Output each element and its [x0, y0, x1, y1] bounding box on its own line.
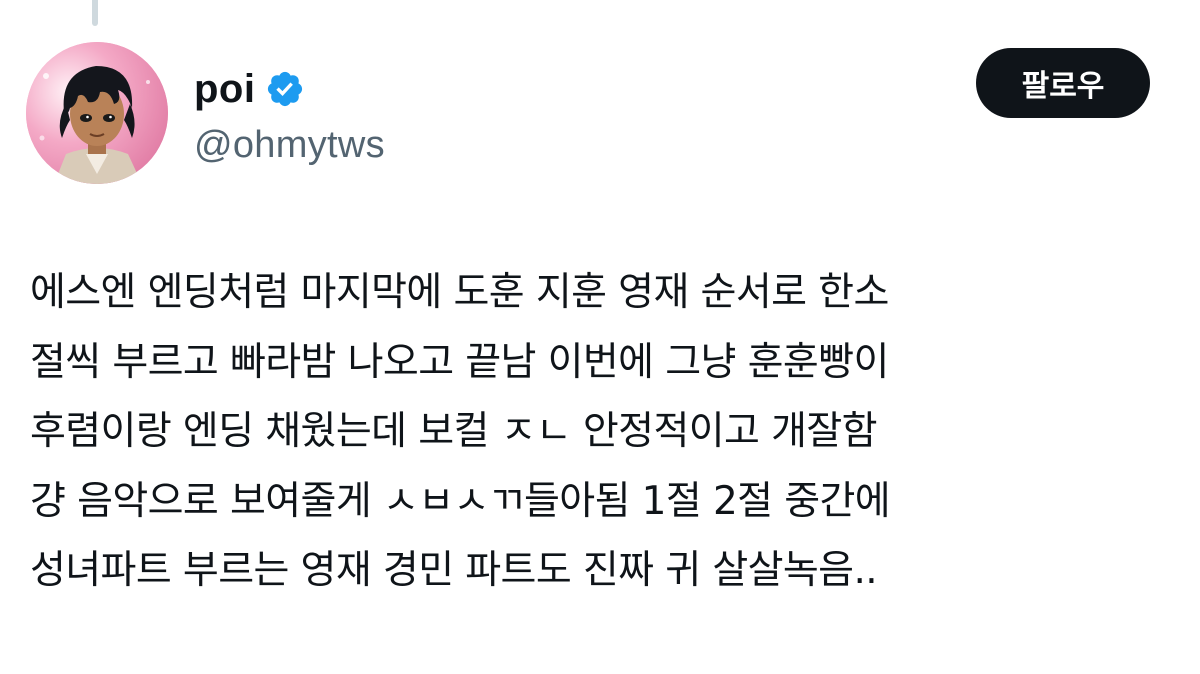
author-handle[interactable]: @ohmytws — [194, 118, 385, 172]
avatar-illustration — [26, 42, 168, 184]
display-name[interactable]: poi — [194, 69, 255, 109]
tweet-text-line: 걍 음악으로 보여줄게 ㅅㅂㅅㄲ들아됨 1절 2절 중간에 — [30, 478, 891, 524]
follow-button[interactable]: 팔로우 — [976, 48, 1150, 118]
tweet-text-line: 후렴이랑 엔딩 채웠는데 보컬 ㅈㄴ 안정적이고 개잘함 — [30, 409, 878, 454]
author-name-row: poi — [194, 62, 305, 116]
tweet-text-line: 성녀파트 부르는 영재 경민 파트도 진짜 귀 살살녹음.. — [30, 548, 878, 593]
verified-badge-icon — [265, 69, 305, 109]
tweet-text-line: 절씩 부르고 빠라밤 나오고 끝남 이번에 그냥 훈훈빵이 — [30, 339, 889, 385]
tweet-text-line: 에스엔 엔딩처럼 마지막에 도훈 지훈 영재 순서로 한소 — [30, 270, 889, 315]
tweet-body: 에스엔 엔딩처럼 마지막에 도훈 지훈 영재 순서로 한소 절씩 부르고 빠라밤… — [30, 258, 1180, 606]
thread-connector-line — [92, 0, 98, 26]
profile-avatar[interactable] — [26, 42, 168, 184]
